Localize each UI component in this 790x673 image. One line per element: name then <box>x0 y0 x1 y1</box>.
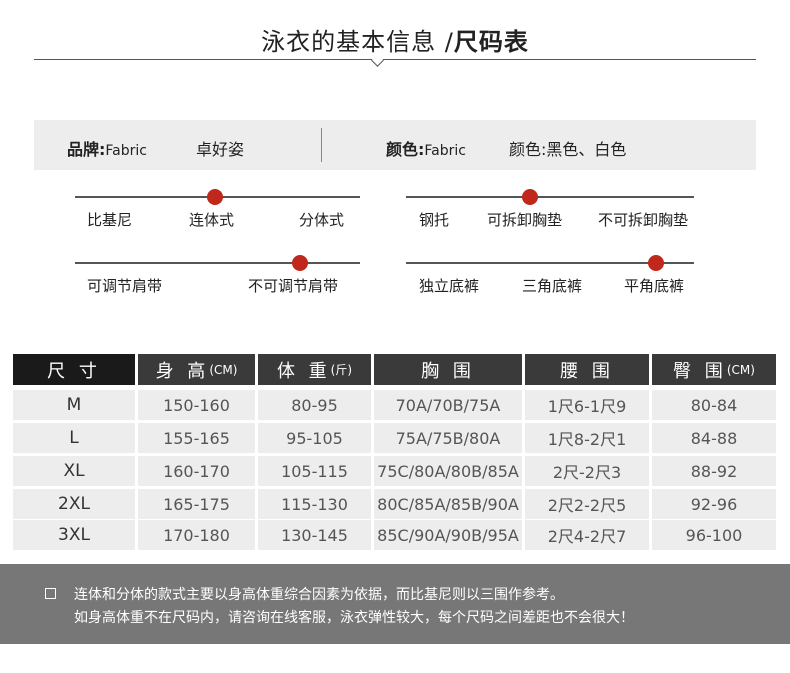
table-cell-height: 160-170 <box>138 456 255 486</box>
color2-label: 颜色: <box>509 140 547 159</box>
brand-value: Fabric <box>105 143 147 159</box>
table-cell-size: XL <box>13 456 135 486</box>
table-cell-weight: 115-130 <box>258 489 371 519</box>
title-bold: 尺码表 <box>453 28 529 56</box>
option-fixed-strap: 不可调节肩带 <box>248 277 339 295</box>
option-selected-dot <box>648 255 664 271</box>
table-cell-height: 155-165 <box>138 423 255 453</box>
header-hip: 臀 围 (CM) <box>652 354 776 385</box>
option-adjustable-strap: 可调节肩带 <box>87 277 163 295</box>
table-cell-waist: 1尺6-1尺9 <box>525 390 649 420</box>
option-removable-pad: 可拆卸胸垫 <box>487 211 563 229</box>
title-divider <box>34 59 756 60</box>
option-one-piece: 连体式 <box>189 211 235 229</box>
table-cell-bust: 70A/70B/75A <box>374 390 522 420</box>
header-height: 身 高 (CM) <box>138 354 255 385</box>
style-value: 卓好姿 <box>196 140 245 159</box>
option-boyshort-bottom: 平角底裤 <box>624 277 685 295</box>
brand-label: 品牌: <box>67 140 106 159</box>
color2-value: 黑色、白色 <box>546 140 627 159</box>
table-cell-weight: 130-145 <box>258 520 371 550</box>
header-waist: 腰 围 <box>525 354 649 385</box>
footer-note-line2: 如身高体重不在尺码内，请咨询在线客服，泳衣弹性较大，每个尺码之间差距也不会很大！ <box>74 610 634 626</box>
table-cell-size: L <box>13 423 135 453</box>
table-cell-waist: 2尺4-2尺7 <box>525 520 649 550</box>
table-cell-bust: 85C/90A/90B/95A <box>374 520 522 550</box>
page-title: 泳衣的基本信息 /尺码表 <box>0 22 790 57</box>
table-cell-height: 150-160 <box>138 390 255 420</box>
option-underwire: 钢托 <box>419 211 450 229</box>
table-cell-size: 3XL <box>13 520 135 550</box>
table-cell-height: 165-175 <box>138 489 255 519</box>
info-divider <box>321 128 322 162</box>
table-cell-bust: 75A/75B/80A <box>374 423 522 453</box>
table-cell-weight: 95-105 <box>258 423 371 453</box>
option-fixed-pad: 不可拆卸胸垫 <box>598 211 689 229</box>
footer-note-line1: 连体和分体的款式主要以身高体重综合因素为依据，而比基尼则以三围作参考。 <box>74 587 564 603</box>
table-cell-height: 170-180 <box>138 520 255 550</box>
table-cell-hip: 96-100 <box>652 520 776 550</box>
table-cell-bust: 75C/80A/80B/85A <box>374 456 522 486</box>
table-cell-bust: 80C/85A/85B/90A <box>374 489 522 519</box>
option-track-strap <box>75 262 360 264</box>
brand-info: 品牌:Fabric <box>67 136 147 160</box>
option-brief-bottom: 三角底裤 <box>522 277 583 295</box>
option-separate-bottom: 独立底裤 <box>419 277 480 295</box>
table-cell-size: M <box>13 390 135 420</box>
option-selected-dot <box>292 255 308 271</box>
title-regular: 泳衣的基本信息 / <box>261 28 454 56</box>
table-cell-waist: 2尺-2尺3 <box>525 456 649 486</box>
option-track-support <box>406 196 694 198</box>
option-bikini: 比基尼 <box>87 211 133 229</box>
checkbox-square-icon <box>45 588 56 599</box>
color-info: 颜色:Fabric <box>386 136 466 160</box>
table-cell-weight: 105-115 <box>258 456 371 486</box>
header-bust: 胸 围 <box>374 354 522 385</box>
table-cell-hip: 92-96 <box>652 489 776 519</box>
table-cell-hip: 84-88 <box>652 423 776 453</box>
table-cell-weight: 80-95 <box>258 390 371 420</box>
color-label: 颜色: <box>386 140 425 159</box>
option-two-piece: 分体式 <box>299 211 345 229</box>
option-selected-dot <box>207 189 223 205</box>
table-cell-waist: 1尺8-2尺1 <box>525 423 649 453</box>
footer-note-panel <box>0 564 790 644</box>
table-cell-size: 2XL <box>13 489 135 519</box>
color-value: Fabric <box>424 143 466 159</box>
option-selected-dot <box>522 189 538 205</box>
table-cell-hip: 80-84 <box>652 390 776 420</box>
header-weight: 体 重 (斤) <box>258 354 371 385</box>
header-size: 尺 寸 <box>13 354 135 385</box>
table-cell-waist: 2尺2-2尺5 <box>525 489 649 519</box>
table-cell-hip: 88-92 <box>652 456 776 486</box>
color2-info: 颜色:黑色、白色 <box>509 136 626 160</box>
